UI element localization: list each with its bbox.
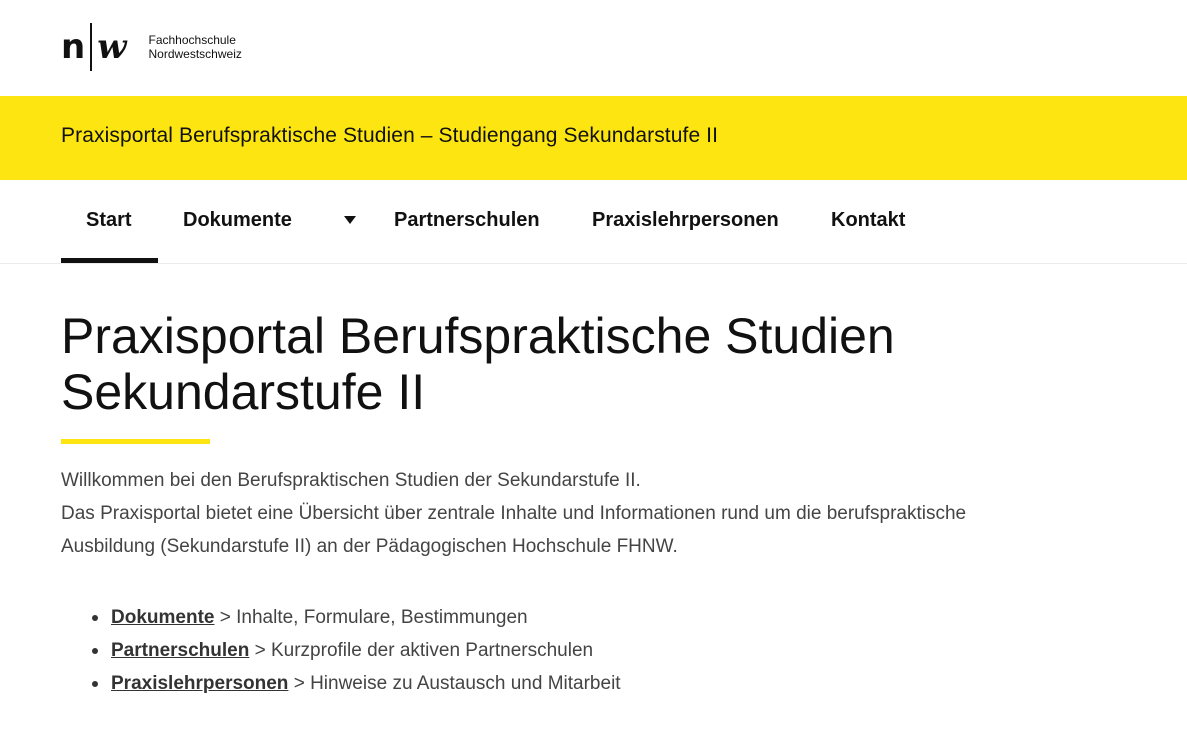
nav-item-kontakt[interactable]: Kontakt	[831, 209, 905, 232]
title-accent-bar	[61, 439, 210, 444]
link-description: > Inhalte, Formulare, Bestimmungen	[214, 607, 528, 628]
logo-line-2: Nordwestschweiz	[148, 47, 242, 61]
logo-letter-n: n	[61, 27, 85, 67]
link-description: > Kurzprofile der aktiven Partnerschulen	[249, 640, 594, 661]
intro-description: Das Praxisportal bietet eine Übersicht ü…	[61, 503, 967, 557]
bullet-icon	[92, 681, 98, 687]
nav-item-praxislehrpersonen[interactable]: Praxislehrpersonen	[592, 209, 779, 232]
intro-welcome: Willkommen bei den Berufspraktischen Stu…	[61, 470, 641, 491]
page-title-line-2: Sekundarstufe II	[61, 364, 426, 420]
bullet-icon	[92, 615, 98, 621]
nav-item-partnerschulen[interactable]: Partnerschulen	[394, 209, 540, 232]
logo-divider	[90, 23, 93, 71]
page-title-line-1: Praxisportal Berufspraktische Studien	[61, 308, 895, 364]
quick-links-list: Dokumente > Inhalte, Formulare, Bestimmu…	[92, 601, 621, 700]
list-item: Partnerschulen > Kurzprofile der aktiven…	[92, 634, 621, 667]
nav-item-start[interactable]: Start	[86, 209, 132, 232]
main-navigation: Start Dokumente Partnerschulen Praxisleh…	[0, 180, 1187, 264]
nav-item-dokumente[interactable]: Dokumente	[183, 209, 292, 232]
logo-line-1: Fachhochschule	[148, 33, 236, 47]
link-praxislehrpersonen[interactable]: Praxislehrpersonen	[111, 673, 288, 694]
link-partnerschulen[interactable]: Partnerschulen	[111, 640, 249, 661]
list-item: Dokumente > Inhalte, Formulare, Bestimmu…	[92, 601, 621, 634]
nav-active-indicator	[61, 258, 158, 263]
link-dokumente[interactable]: Dokumente	[111, 607, 214, 628]
logo-mark: n w	[61, 23, 127, 71]
site-banner: Praxisportal Berufspraktische Studien – …	[0, 96, 1187, 180]
link-description: > Hinweise zu Austausch und Mitarbeit	[288, 673, 621, 694]
bullet-icon	[92, 648, 98, 654]
fhnw-logo[interactable]: n w Fachhochschule Nordwestschweiz	[61, 22, 242, 72]
list-item: Praxislehrpersonen > Hinweise zu Austaus…	[92, 667, 621, 700]
logo-letter-w: w	[97, 27, 127, 67]
intro-text: Willkommen bei den Berufspraktischen Stu…	[61, 464, 1061, 563]
dropdown-caret-icon[interactable]	[344, 216, 356, 224]
page-title: Praxisportal Berufspraktische Studien Se…	[61, 308, 1061, 420]
site-title[interactable]: Praxisportal Berufspraktische Studien – …	[61, 124, 718, 148]
logo-wordmark: Fachhochschule Nordwestschweiz	[149, 33, 242, 61]
